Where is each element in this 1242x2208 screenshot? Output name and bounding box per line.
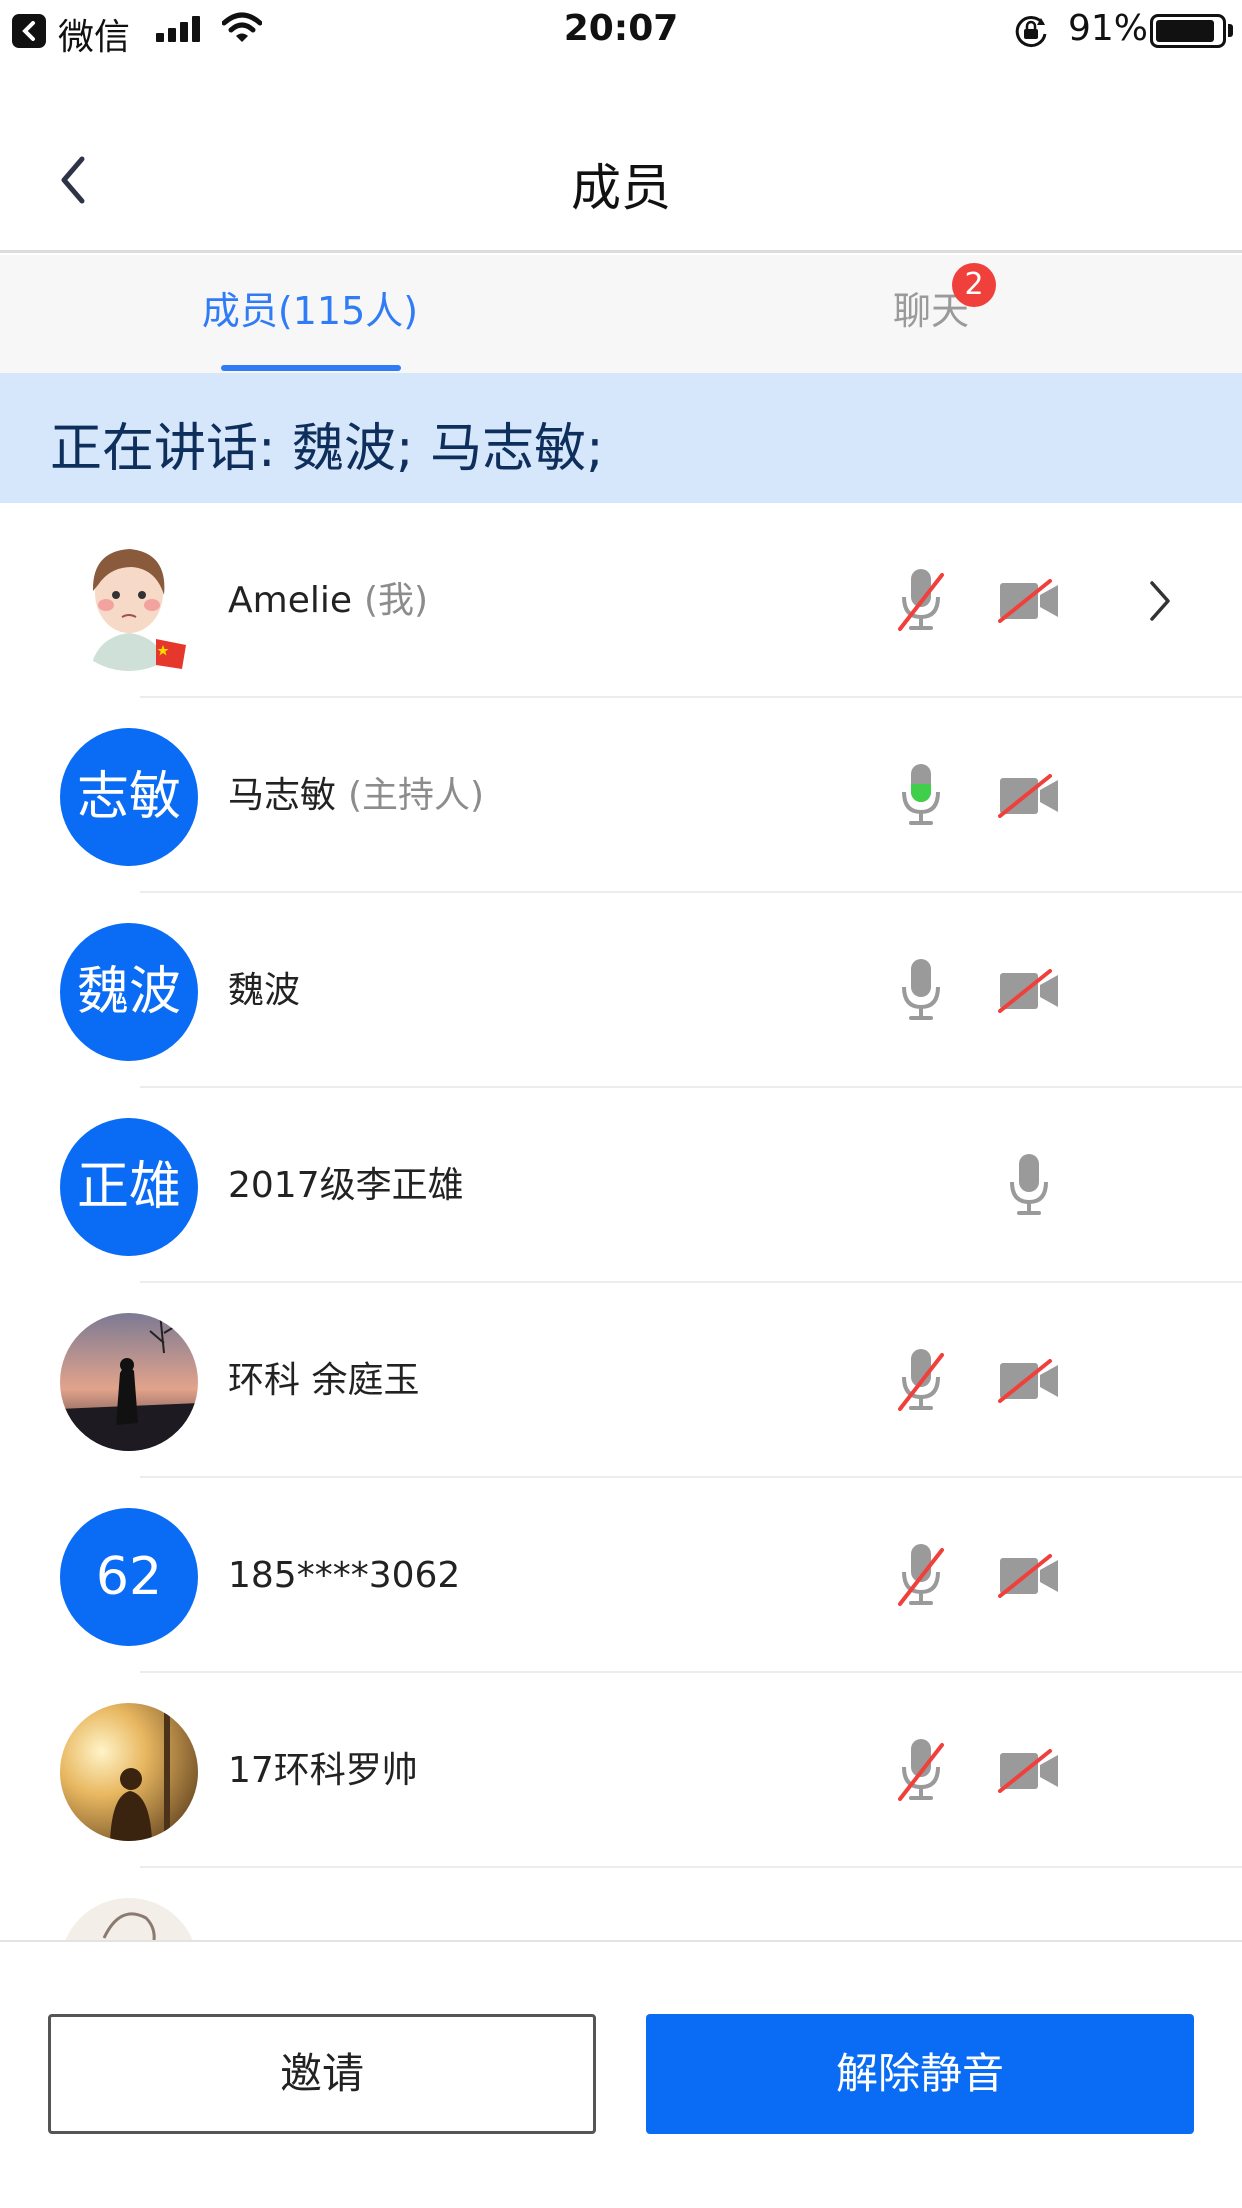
navigation-bar: 成员 [0, 60, 1242, 253]
member-name: 2017级李正雄 [228, 1088, 464, 1283]
sunset-silhouette-avatar-icon [60, 1313, 198, 1451]
mic-speaking-icon[interactable] [896, 762, 946, 830]
bottom-action-bar: 邀请 解除静音 [0, 1940, 1242, 2208]
mic-muted-icon[interactable] [896, 1542, 946, 1610]
camera-off-icon[interactable] [998, 774, 1060, 818]
member-name: 环科 余庭玉 [228, 1283, 419, 1478]
member-name: 17环科罗帅 [228, 1673, 418, 1868]
member-name-text: 环科 余庭玉 [228, 1360, 420, 1401]
member-row[interactable]: 魏波 魏波 [0, 893, 1242, 1088]
member-row[interactable]: 环科 余庭玉 [0, 1283, 1242, 1478]
avatar: 正雄 [60, 1118, 198, 1256]
battery-tip [1228, 24, 1233, 37]
battery-icon [1150, 14, 1226, 48]
member-row[interactable]: Amelie (我) [0, 503, 1242, 698]
active-tab-indicator [221, 365, 401, 371]
mic-muted-icon[interactable] [896, 567, 946, 635]
member-name-text: 马志敏 [228, 775, 337, 816]
avatar: 62 [60, 1508, 198, 1646]
tab-bar: 成员(115人) 聊天 2 [0, 255, 1242, 373]
member-row[interactable]: 正雄 2017级李正雄 [0, 1088, 1242, 1283]
camera-off-icon[interactable] [998, 1359, 1060, 1403]
member-name: 马志敏 (主持人) [228, 698, 484, 893]
member-name: Amelie (我) [228, 503, 428, 698]
camera-off-icon[interactable] [998, 579, 1060, 623]
mic-on-icon[interactable] [896, 957, 946, 1025]
avatar [60, 1898, 198, 1940]
camera-off-icon[interactable] [998, 969, 1060, 1013]
speaking-banner: 正在讲话: 魏波; 马志敏; [0, 373, 1242, 503]
battery-percent: 91% [1068, 8, 1149, 49]
unmute-button[interactable]: 解除静音 [646, 2014, 1194, 2134]
speaking-text: 正在讲话: 魏波; 马志敏; [50, 419, 604, 479]
tab-members[interactable]: 成员(115人) [0, 255, 620, 373]
clock: 20:07 [563, 8, 679, 49]
chevron-right-icon[interactable] [1148, 579, 1172, 623]
sunlight-person-avatar-icon [60, 1703, 198, 1841]
camera-off-icon[interactable] [998, 1554, 1060, 1598]
member-row-partial[interactable] [0, 1868, 1242, 1940]
mic-muted-icon[interactable] [896, 1737, 946, 1805]
avatar: 魏波 [60, 923, 198, 1061]
member-name-text: 2017级李正雄 [228, 1165, 464, 1206]
page-title: 成员 [571, 159, 671, 217]
member-name: 185****3062 [228, 1478, 460, 1673]
china-flag-icon [156, 639, 186, 669]
member-row[interactable]: 17环科罗帅 [0, 1673, 1242, 1868]
mic-muted-icon[interactable] [896, 1347, 946, 1415]
member-list[interactable]: Amelie (我) 志敏 马志敏 (主持人) 魏波 魏波 正雄 2017级李正… [0, 503, 1242, 1940]
avatar [60, 1703, 198, 1841]
orientation-lock-icon [1015, 16, 1047, 48]
chat-unread-badge: 2 [952, 263, 996, 307]
member-role-tag: (我) [364, 580, 429, 621]
member-row[interactable]: 志敏 马志敏 (主持人) [0, 698, 1242, 893]
mic-on-icon[interactable] [1004, 1152, 1054, 1220]
member-name: 魏波 [228, 893, 300, 1088]
member-name-text: 魏波 [228, 970, 301, 1011]
member-role-tag: (主持人) [348, 775, 485, 816]
invite-button[interactable]: 邀请 [48, 2014, 596, 2134]
sketch-avatar-icon [60, 1898, 198, 1940]
status-bar: 微信 20:07 91% [0, 0, 1242, 60]
avatar: 志敏 [60, 728, 198, 866]
camera-off-icon[interactable] [998, 1749, 1060, 1793]
tab-chat[interactable]: 聊天 [620, 255, 1242, 373]
avatar [60, 1313, 198, 1451]
member-name-text: Amelie [228, 580, 352, 621]
member-row[interactable]: 62 185****3062 [0, 1478, 1242, 1673]
member-name-text: 17环科罗帅 [228, 1750, 418, 1791]
battery-level-fill [1156, 20, 1214, 42]
member-name-text: 185****3062 [228, 1555, 461, 1596]
